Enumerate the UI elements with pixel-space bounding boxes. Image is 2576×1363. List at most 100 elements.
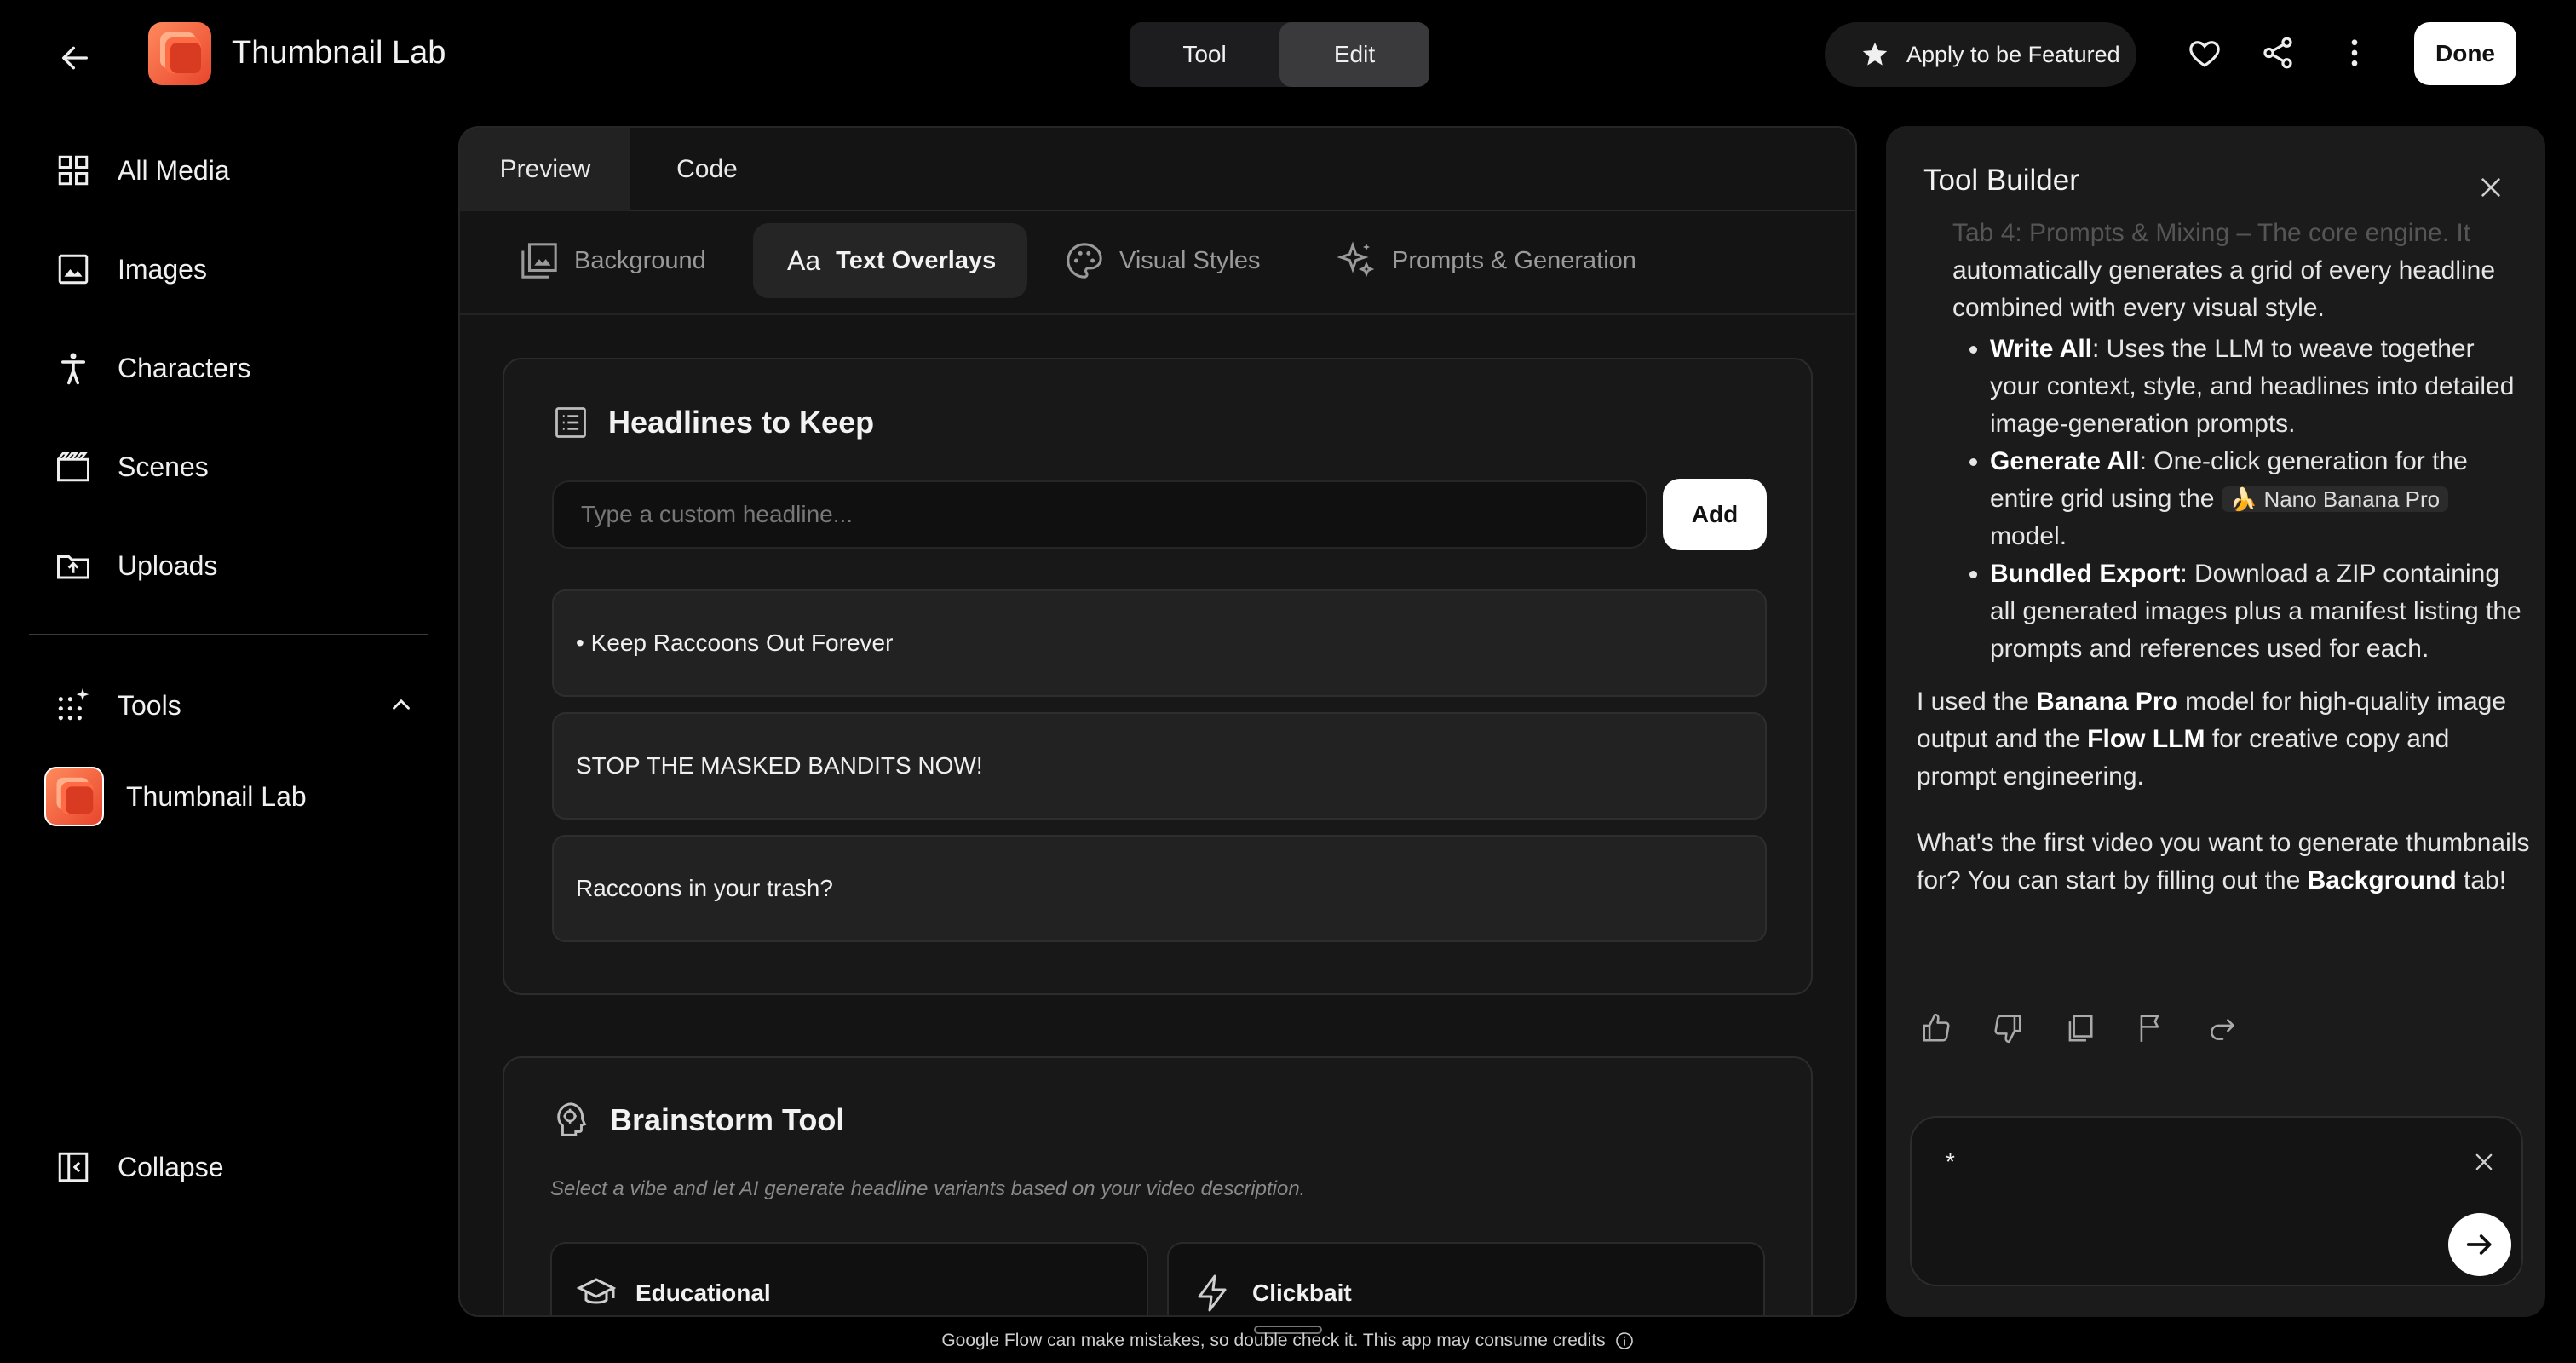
info-icon[interactable] — [1614, 1331, 1635, 1351]
headline-item[interactable]: STOP THE MASKED BANDITS NOW! — [552, 712, 1767, 820]
sidebar-item-label: All Media — [118, 154, 230, 186]
arrow-left-icon — [62, 46, 89, 70]
tab-background-label: Background — [574, 246, 706, 274]
more-options-button[interactable] — [2327, 26, 2382, 80]
list-icon — [555, 407, 586, 438]
chat-input[interactable] — [1946, 1148, 2423, 1176]
send-button[interactable] — [2448, 1213, 2511, 1276]
grid-icon — [55, 152, 92, 189]
app-title: Thumbnail Lab — [232, 35, 446, 71]
layers-image-icon — [521, 243, 557, 279]
sidebar-item-label: Images — [118, 253, 207, 285]
sidebar-item-all-media[interactable]: All Media — [31, 135, 431, 206]
list-item: Bundled Export: Download a ZIP containin… — [1990, 555, 2530, 668]
sidebar-item-label: Scenes — [118, 451, 209, 482]
sidebar-item-scenes[interactable]: Scenes — [31, 431, 431, 503]
headline-item[interactable]: • Keep Raccoons Out Forever — [552, 589, 1767, 697]
tab-visual-styles[interactable]: Visual Styles — [1065, 223, 1278, 298]
chat-paragraph: What's the first video you want to gener… — [1917, 829, 2530, 894]
sidebar-item-characters[interactable]: Characters — [31, 332, 431, 404]
head-lightbulb-icon — [557, 1102, 587, 1136]
tab-prompts-generation[interactable]: Prompts & Generation — [1336, 223, 1659, 298]
view-tabs: Preview Code — [460, 128, 1855, 211]
thumbs-up-button[interactable] — [1917, 1009, 1956, 1048]
chat-intro: automatically generates a grid of every … — [1952, 256, 2496, 322]
chevron-up-icon — [393, 699, 410, 710]
share-button[interactable] — [2251, 26, 2305, 80]
thumbs-up-icon — [1923, 1013, 1950, 1042]
lightning-icon — [1198, 1274, 1227, 1312]
chat-paragraph: I used the Banana Pro model for high-qua… — [1917, 687, 2507, 791]
sidebar-item-uploads[interactable]: Uploads — [31, 530, 431, 601]
graduation-cap-icon — [576, 1278, 617, 1304]
builder-title: Tool Builder — [1923, 164, 2079, 197]
vibe-educational-button[interactable]: Educational — [550, 1242, 1148, 1315]
brainstorm-description: Select a vibe and let AI generate headli… — [550, 1177, 1306, 1200]
sparkle-grid-icon — [55, 687, 92, 724]
image-icon — [55, 250, 92, 288]
collapse-label: Collapse — [118, 1151, 224, 1182]
chat-clear-button[interactable] — [2465, 1143, 2503, 1181]
star-icon — [1862, 42, 1888, 66]
sidebar-item-images[interactable]: Images — [31, 233, 431, 305]
arrow-right-icon — [2466, 1234, 2492, 1255]
builder-close-button[interactable] — [2467, 164, 2515, 211]
copy-button[interactable] — [2060, 1009, 2099, 1048]
close-icon — [2475, 1153, 2493, 1170]
tab-prompts-generation-label: Prompts & Generation — [1392, 246, 1636, 274]
redo-icon — [2211, 1019, 2234, 1040]
headlines-card: Headlines to Keep Add • Keep Raccoons Ou… — [503, 358, 1813, 995]
mode-tool-button[interactable]: Tool — [1130, 22, 1279, 87]
done-button[interactable]: Done — [2414, 22, 2516, 85]
brainstorm-title: Brainstorm Tool — [552, 1101, 844, 1140]
flag-button[interactable] — [2131, 1009, 2171, 1048]
vibe-clickbait-button[interactable]: Clickbait — [1167, 1242, 1765, 1315]
app-logo — [148, 22, 211, 85]
back-button[interactable] — [48, 31, 102, 85]
chat-input-box — [1910, 1116, 2523, 1286]
upload-folder-icon — [55, 547, 92, 584]
flag-icon — [2140, 1015, 2159, 1042]
tool-builder-panel: Tool Builder Tab 4: Prompts & Mixing – T… — [1886, 126, 2545, 1317]
headline-item[interactable]: Raccoons in your trash? — [552, 835, 1767, 942]
chat-faded-line: Tab 4: Prompts & Mixing – The core engin… — [1952, 219, 2471, 247]
brainstorm-card: Brainstorm Tool Select a vibe and let AI… — [503, 1056, 1813, 1315]
tab-background[interactable]: Background — [520, 223, 724, 298]
redo-button[interactable] — [2203, 1009, 2242, 1048]
chat-transcript: Tab 4: Prompts & Mixing – The core engin… — [1917, 215, 2530, 900]
person-icon — [55, 349, 92, 387]
tab-visual-styles-label: Visual Styles — [1119, 246, 1261, 274]
text-format-icon: Aa — [787, 244, 821, 276]
copy-icon — [2068, 1015, 2093, 1042]
headline-input[interactable] — [552, 480, 1647, 549]
feedback-actions — [1917, 1009, 2242, 1048]
sparkles-icon — [1337, 241, 1375, 278]
tool-item-label: Thumbnail Lab — [126, 780, 307, 812]
list-item: Generate All: One-click generation for t… — [1990, 443, 2530, 555]
more-vertical-icon — [2351, 39, 2358, 66]
sidebar-collapse-button[interactable]: Collapse — [31, 1131, 431, 1203]
headlines-title: Headlines to Keep — [552, 404, 874, 441]
add-headline-button[interactable]: Add — [1663, 479, 1767, 550]
tab-code[interactable]: Code — [630, 128, 784, 211]
mode-switch: Tool Edit — [1130, 22, 1429, 87]
disclaimer-text: Google Flow can make mistakes, so double… — [941, 1331, 1606, 1350]
thumbs-down-button[interactable] — [1988, 1009, 2027, 1048]
share-icon — [2263, 37, 2292, 69]
feature-list: Write All: Uses the LLM to weave togethe… — [1917, 331, 2530, 668]
thumbs-down-icon — [1994, 1015, 2021, 1044]
apply-featured-button[interactable]: Apply to be Featured — [1825, 22, 2136, 87]
tab-text-overlays[interactable]: Aa Text Overlays — [753, 223, 1027, 298]
tab-text-overlays-label: Text Overlays — [836, 246, 997, 274]
mode-edit-button[interactable]: Edit — [1279, 22, 1429, 87]
tab-preview[interactable]: Preview — [460, 128, 630, 211]
model-chip: 🍌 Nano Banana Pro — [2221, 486, 2449, 512]
footer-disclaimer: Google Flow can make mistakes, so double… — [0, 1326, 2576, 1356]
sidebar-tool-thumbnail-lab[interactable]: Thumbnail Lab — [44, 765, 436, 828]
palette-icon — [1067, 243, 1102, 279]
favorite-button[interactable] — [2177, 26, 2232, 80]
apply-featured-label: Apply to be Featured — [1906, 41, 2120, 67]
sidebar-tools-toggle[interactable]: Tools — [31, 670, 431, 741]
tools-label: Tools — [118, 689, 181, 721]
tool-logo — [44, 767, 104, 826]
